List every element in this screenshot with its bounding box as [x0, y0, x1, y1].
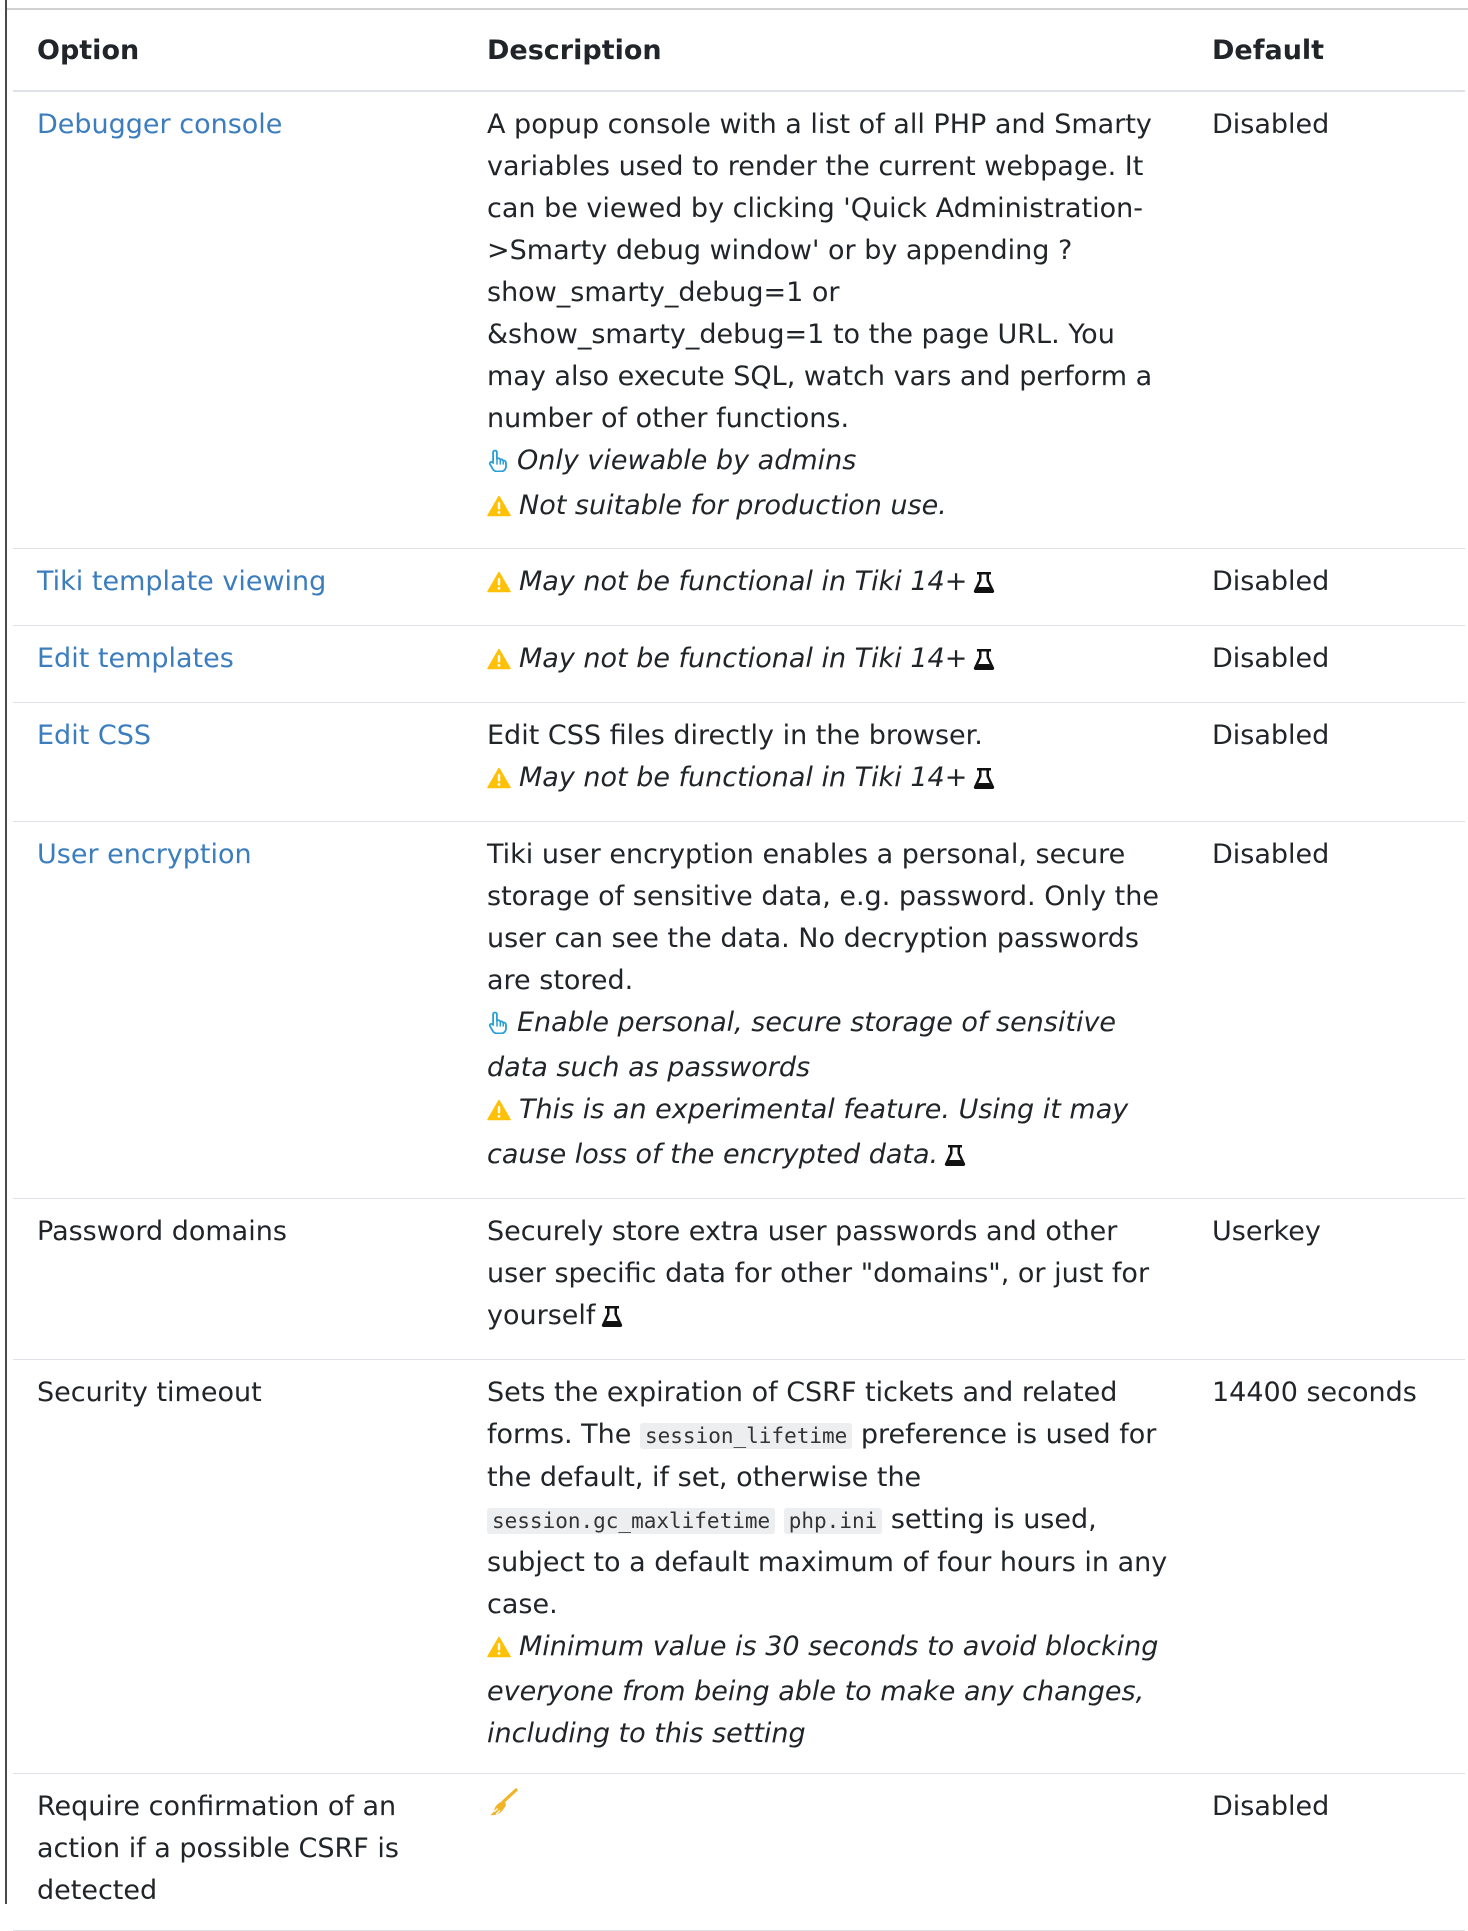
- hint-note: Only viewable by admins: [487, 440, 1176, 485]
- flask-icon: [601, 1299, 623, 1341]
- warning-note: Minimum value is 30 seconds to avoid blo…: [487, 1626, 1176, 1755]
- top-border: [7, 8, 1468, 10]
- option-label: Security timeout: [13, 1359, 463, 1774]
- option-description: Tiki user encryption enables a personal,…: [487, 839, 1159, 996]
- warning-icon: [487, 564, 511, 606]
- warning-icon: [487, 1092, 511, 1134]
- default-value: Userkey: [1192, 1198, 1465, 1360]
- code-php-ini: php.ini: [783, 1508, 883, 1534]
- left-border: [5, 0, 7, 1904]
- option-link-edit-css[interactable]: Edit CSS: [37, 720, 151, 751]
- warning-icon: [487, 641, 511, 683]
- option-link-tiki-template-viewing[interactable]: Tiki template viewing: [37, 566, 326, 597]
- flask-icon: [973, 565, 995, 607]
- option-link-user-encryption[interactable]: User encryption: [37, 839, 252, 870]
- header-default: Default: [1192, 12, 1465, 92]
- default-value: Disabled: [1192, 548, 1465, 626]
- warning-note: This is an experimental feature. Using i…: [487, 1089, 1176, 1180]
- header-option: Option: [13, 12, 463, 92]
- warning-text: May not be functional in Tiki 14+: [519, 762, 968, 793]
- flask-icon: [944, 1138, 966, 1180]
- warning-text: May not be functional in Tiki 14+: [519, 643, 968, 674]
- warning-note: May not be functional in Tiki 14+: [487, 757, 1176, 803]
- flask-icon: [973, 642, 995, 684]
- flask-icon: [973, 761, 995, 803]
- option-link-debugger-console[interactable]: Debugger console: [37, 109, 282, 140]
- table-row: Password domains Securely store extra us…: [13, 1198, 1465, 1360]
- broom-icon: [487, 1788, 519, 1831]
- code-session-lifetime: session_lifetime: [640, 1423, 853, 1449]
- warning-note: May not be functional in Tiki 14+: [487, 561, 1176, 607]
- option-label: Password domains: [13, 1198, 463, 1360]
- option-label: Require confirmation of an action if a p…: [13, 1773, 463, 1931]
- table-row: User encryption Tiki user encryption ena…: [13, 821, 1465, 1199]
- option-description: Edit CSS files directly in the browser.: [487, 720, 983, 751]
- default-value: Disabled: [1192, 702, 1465, 822]
- warning-text: This is an experimental feature. Using i…: [487, 1094, 1129, 1170]
- warning-text: Not suitable for production use.: [519, 490, 947, 521]
- warning-icon: [487, 1629, 511, 1671]
- default-value: Disabled: [1192, 91, 1465, 549]
- warning-text: May not be functional in Tiki 14+: [519, 566, 968, 597]
- default-value: Disabled: [1192, 1773, 1465, 1931]
- option-link-edit-templates[interactable]: Edit templates: [37, 643, 234, 674]
- header-description: Description: [463, 12, 1192, 92]
- table-row: Security timeout Sets the expiration of …: [13, 1359, 1465, 1774]
- default-value: 14400 seconds: [1192, 1359, 1465, 1774]
- code-gc-maxlifetime: session.gc_maxlifetime: [487, 1508, 776, 1534]
- table-row: Edit templates May not be functional in …: [13, 625, 1465, 703]
- warning-icon: [487, 488, 511, 530]
- table-header: Option Description Default: [13, 12, 1465, 92]
- warning-icon: [487, 760, 511, 802]
- default-value: Disabled: [1192, 821, 1465, 1199]
- warning-text: Minimum value is 30 seconds to avoid blo…: [487, 1631, 1159, 1749]
- table-row: Require confirmation of an action if a p…: [13, 1773, 1465, 1931]
- hint-note: Enable personal, secure storage of sensi…: [487, 1002, 1176, 1089]
- warning-note: Not suitable for production use.: [487, 485, 1176, 530]
- table-row: Edit CSS Edit CSS files directly in the …: [13, 702, 1465, 822]
- hint-text: Enable personal, secure storage of sensi…: [487, 1007, 1117, 1083]
- hint-text: Only viewable by admins: [517, 445, 857, 476]
- option-description: Securely store extra user passwords and …: [487, 1216, 1150, 1331]
- options-table: Option Description Default Debugger cons…: [13, 12, 1465, 1931]
- table-row: Tiki template viewing May not be functio…: [13, 548, 1465, 626]
- warning-note: May not be functional in Tiki 14+: [487, 638, 1176, 684]
- pointing-hand-icon: [487, 1005, 509, 1047]
- default-value: Disabled: [1192, 625, 1465, 703]
- table-row: Debugger console A popup console with a …: [13, 91, 1465, 549]
- option-description: A popup console with a list of all PHP a…: [487, 109, 1153, 434]
- pointing-hand-icon: [487, 443, 509, 485]
